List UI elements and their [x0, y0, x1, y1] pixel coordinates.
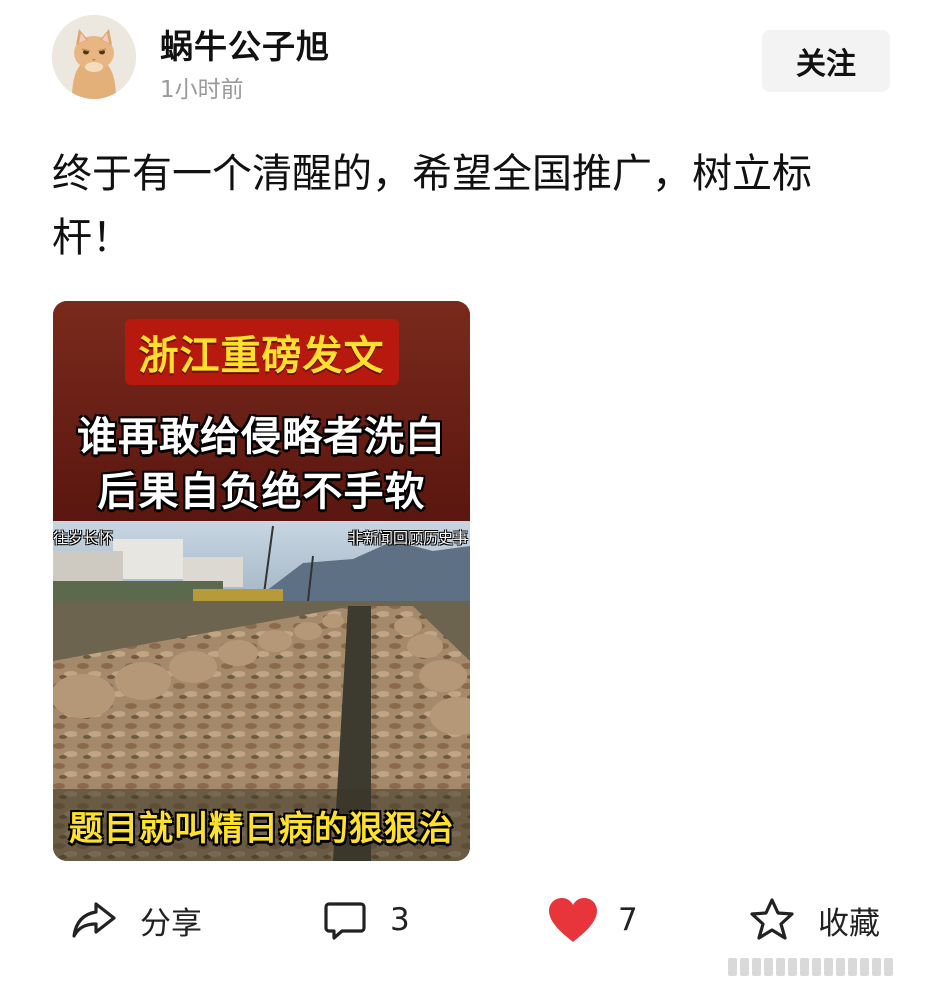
comment-button[interactable]: 3 [322, 880, 410, 960]
comment-count: 3 [390, 902, 410, 938]
like-button[interactable]: 7 [546, 880, 638, 960]
image-headline-1: 谁再敢给侵略者洗白 [77, 414, 446, 460]
post-time: 1小时前 [160, 77, 244, 103]
post-text: 终于有一个清醒的，希望全国推广，树立标杆！ [52, 151, 812, 261]
comment-icon [324, 902, 366, 940]
follow-button[interactable]: 关注 [762, 30, 890, 92]
favorite-label: 收藏 [818, 905, 880, 942]
watermark [728, 956, 908, 978]
image-tag-right: 非新闻回顾历史事 [347, 529, 468, 547]
action-bar: 分享 3 7 收藏 [0, 880, 946, 960]
cat-avatar-icon [52, 15, 136, 99]
soldiers-photo [53, 301, 470, 861]
image-headline-2: 后果自负绝不手软 [97, 469, 426, 515]
username[interactable]: 蜗牛公子旭 [160, 20, 330, 68]
share-button[interactable]: 分享 [70, 880, 202, 960]
avatar[interactable] [52, 15, 136, 99]
share-icon [72, 902, 116, 938]
star-icon [750, 898, 794, 940]
image-caption: 题目就叫精日病的狠狠治 [69, 809, 454, 849]
heart-icon [549, 898, 597, 942]
share-label: 分享 [140, 905, 202, 942]
post-header: 蜗牛公子旭 1小时前 关注 [0, 0, 946, 115]
like-count: 7 [618, 902, 638, 938]
favorite-button[interactable]: 收藏 [748, 880, 880, 960]
image-title: 浙江重磅发文 [53, 319, 470, 385]
image-tag-left: 往岁长怀 [53, 529, 114, 547]
post-image[interactable]: 浙江重磅发文 谁再敢给侵略者洗白 后果自负绝不手软 往岁长怀 非新闻回顾历史事 … [53, 301, 470, 861]
